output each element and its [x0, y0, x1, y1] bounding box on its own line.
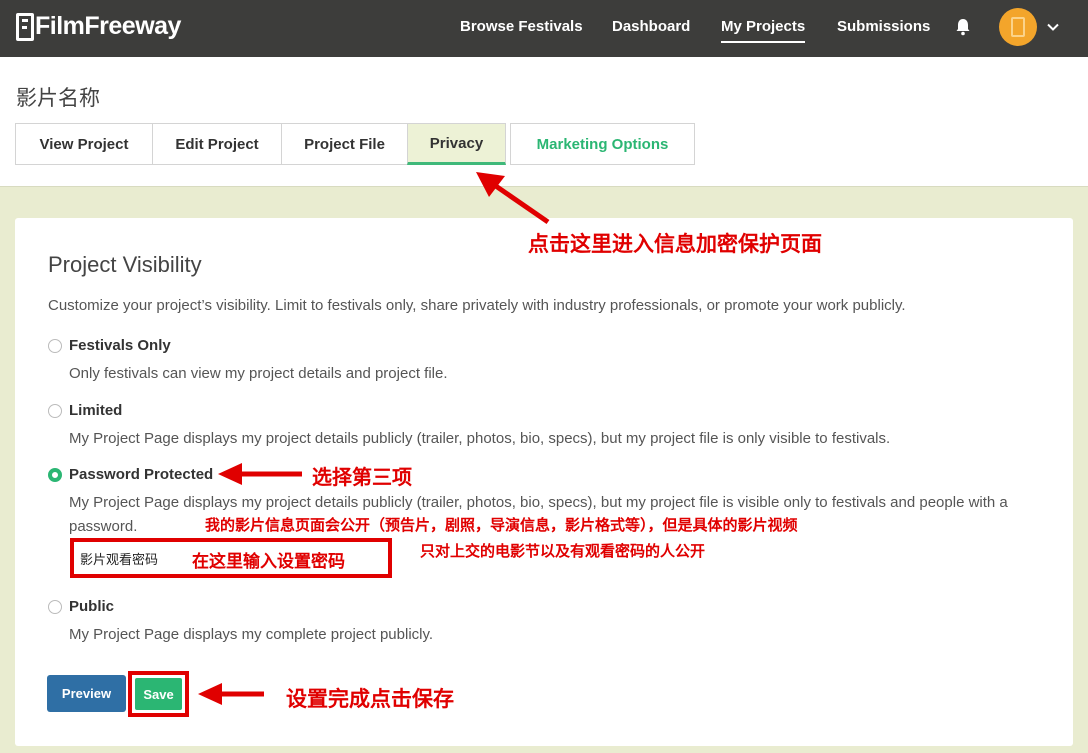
bell-icon[interactable]	[955, 17, 971, 37]
option-label: Limited	[69, 402, 123, 419]
annotation-enter-password: 在这里输入设置密码	[192, 552, 345, 572]
radio-limited[interactable]	[48, 404, 62, 418]
option-label: Festivals Only	[69, 337, 171, 354]
annotation-save-hint: 设置完成点击保存	[286, 687, 454, 711]
option-description: My Project Page displays my project deta…	[69, 430, 891, 447]
logo-icon	[16, 12, 34, 41]
page-title: 影片名称	[16, 86, 100, 110]
filmfreeway-logo[interactable]: FilmFreeway	[16, 12, 181, 41]
save-button-highlight: Save	[128, 671, 189, 717]
nav-browse-festivals[interactable]: Browse Festivals	[460, 18, 583, 35]
annotation-explain-line2: 只对上交的电影节以及有观看密码的人公开	[420, 542, 706, 560]
project-header: 影片名称 View Project Edit Project Project F…	[0, 57, 1088, 187]
option-description: Only festivals can view my project detai…	[69, 365, 448, 382]
section-title: Project Visibility	[48, 252, 202, 277]
avatar-image	[1011, 17, 1025, 37]
tab-marketing-options[interactable]: Marketing Options	[510, 123, 695, 165]
option-label: Public	[69, 598, 115, 615]
tab-view-project[interactable]: View Project	[15, 123, 152, 165]
preview-button[interactable]: Preview	[47, 675, 126, 712]
radio-festivals-only[interactable]	[48, 339, 62, 353]
radio-password-protected[interactable]	[48, 468, 62, 482]
save-button[interactable]: Save	[135, 678, 182, 710]
tab-edit-project[interactable]: Edit Project	[152, 123, 281, 165]
top-navbar: FilmFreeway Browse Festivals Dashboard M…	[0, 0, 1088, 57]
password-input[interactable]	[80, 547, 180, 569]
nav-dashboard[interactable]: Dashboard	[612, 18, 690, 35]
tab-privacy[interactable]: Privacy	[407, 123, 506, 165]
option-label: Password Protected	[69, 466, 214, 483]
option-description: My Project Page displays my complete pro…	[69, 626, 434, 643]
nav-my-projects[interactable]: My Projects	[721, 18, 806, 43]
project-tabs: View Project Edit Project Project File P…	[15, 123, 695, 165]
chevron-down-icon[interactable]	[1046, 20, 1060, 34]
visibility-card: Project Visibility Customize your projec…	[15, 218, 1073, 746]
tab-project-file[interactable]: Project File	[281, 123, 407, 165]
password-field-highlight: 在这里输入设置密码	[70, 538, 392, 578]
radio-public[interactable]	[48, 600, 62, 614]
annotation-privacy-tab: 点击这里进入信息加密保护页面	[528, 232, 822, 256]
annotation-explain-line1: 我的影片信息页面会公开（预告片，剧照，导演信息，影片格式等），但是具体的影片视频	[205, 516, 798, 534]
avatar[interactable]	[999, 8, 1037, 46]
section-description: Customize your project’s visibility. Lim…	[48, 297, 906, 314]
annotation-select-third: 选择第三项	[312, 465, 412, 489]
brand-name: FilmFreeway	[35, 12, 181, 40]
nav-submissions[interactable]: Submissions	[837, 18, 930, 35]
